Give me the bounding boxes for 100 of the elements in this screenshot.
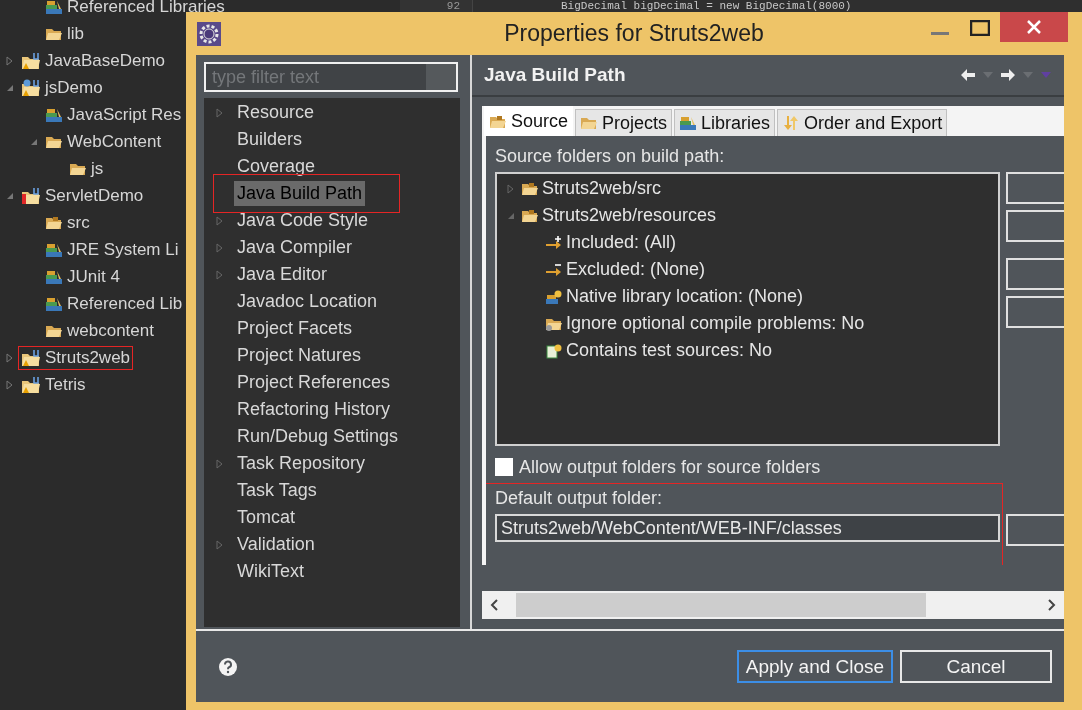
books-icon (45, 268, 63, 285)
collapsed-arrow-icon[interactable] (6, 55, 14, 66)
tree-item[interactable]: Referenced Lib (42, 291, 186, 316)
books-icon (45, 241, 63, 258)
tree-item[interactable]: Struts2web/resources (521, 205, 717, 226)
books-icon (45, 0, 63, 15)
item-label: JavaScript Res (67, 104, 182, 125)
tree-item[interactable]: JRE System Li (42, 237, 182, 262)
tree-item[interactable]: js (66, 156, 107, 181)
page-item[interactable]: Java Code Style (234, 208, 372, 233)
tree-item[interactable]: src (42, 210, 93, 235)
tree-item[interactable]: Struts2web (18, 345, 134, 370)
arrows-icon (782, 115, 801, 131)
collapsed-arrow-icon[interactable] (6, 379, 14, 390)
page-item[interactable]: Project Natures (234, 343, 365, 368)
page-item[interactable]: Java Build Path (234, 181, 366, 206)
project-folder-icon (21, 348, 41, 367)
item-label: JRE System Li (67, 239, 179, 260)
checkbox-label[interactable]: Allow output folders for source folders (519, 456, 821, 478)
item-label: js (91, 158, 104, 179)
checkbox[interactable] (495, 458, 513, 476)
tree-item[interactable]: Included: (All) (545, 232, 677, 253)
library-gear-icon (545, 288, 563, 305)
tab[interactable]: Projects (575, 109, 673, 136)
collapsed-arrow-icon[interactable] (507, 183, 515, 194)
dialog-button[interactable]: Apply and Close (737, 650, 893, 683)
item-label: jsDemo (45, 77, 103, 98)
collapsed-arrow-icon[interactable] (216, 269, 224, 280)
package-folder-icon (521, 207, 539, 224)
horizontal-scrollbar[interactable] (482, 591, 1064, 619)
page-item[interactable]: Task Tags (234, 478, 320, 503)
forward-arrow-icon[interactable] (1000, 68, 1016, 82)
collapsed-arrow-icon[interactable] (216, 458, 224, 469)
tree-item[interactable]: JavaBaseDemo (18, 48, 168, 73)
tree-item[interactable]: Contains test sources: No (545, 340, 773, 361)
page-item[interactable]: Project Facets (234, 316, 356, 341)
close-button[interactable] (1000, 12, 1068, 42)
project-folder-icon (21, 78, 41, 97)
tree-item[interactable]: Ignore optional compile problems: No (545, 313, 865, 334)
tree-item[interactable]: WebContent (42, 129, 165, 154)
expanded-arrow-icon[interactable] (6, 191, 14, 200)
tree-item[interactable]: ServletDemo (18, 183, 147, 208)
collapsed-arrow-icon[interactable] (216, 539, 224, 550)
collapsed-arrow-icon[interactable] (216, 215, 224, 226)
gear-icon (197, 21, 221, 46)
books-icon (679, 115, 698, 131)
output-folder-field[interactable]: Struts2web/WebContent/WEB-INF/classes (495, 514, 1000, 542)
tree-item[interactable]: Excluded: (None) (545, 259, 706, 280)
item-label: JUnit 4 (67, 266, 120, 287)
page-item[interactable]: Run/Debug Settings (234, 424, 402, 449)
item-label: src (67, 212, 90, 233)
collapsed-arrow-icon[interactable] (6, 352, 14, 363)
item-label: webcontent (67, 320, 154, 341)
tree-item[interactable]: Struts2web/src (521, 178, 662, 199)
tree-item[interactable]: JavaScript Res (42, 102, 185, 127)
tab[interactable]: Libraries (674, 109, 776, 136)
plus-arrow-icon (545, 234, 563, 251)
tree-item[interactable]: Native library location: (None) (545, 286, 804, 307)
maximize-icon (970, 20, 990, 36)
page-item[interactable]: Refactoring History (234, 397, 394, 422)
page-item[interactable]: Builders (234, 127, 306, 152)
line-number: 92 (400, 0, 473, 12)
page-item[interactable]: Coverage (234, 154, 319, 179)
collapsed-arrow-icon[interactable] (216, 107, 224, 118)
tab[interactable]: Source (484, 106, 574, 136)
code-line: BigDecimal bigDecimal = new BigDecimal(8000) (561, 0, 852, 12)
folder-icon (580, 115, 599, 131)
tab[interactable]: Order and Export (777, 109, 948, 136)
page-item[interactable]: Tomcat (234, 505, 299, 530)
page-item[interactable]: WikiText (234, 559, 307, 584)
page-item[interactable]: Validation (234, 532, 318, 557)
item-label: Tetris (45, 374, 86, 395)
tree-item[interactable]: jsDemo (18, 75, 106, 100)
collapsed-arrow-icon[interactable] (216, 242, 224, 253)
page-item[interactable]: Javadoc Location (234, 289, 381, 314)
project-folder-icon (21, 375, 41, 394)
help-icon[interactable] (218, 656, 238, 677)
package-folder-icon (521, 180, 539, 197)
expanded-arrow-icon[interactable] (30, 137, 38, 146)
package-folder-icon (489, 113, 507, 130)
project-folder-icon (21, 51, 41, 70)
section-label: Source folders on build path: (495, 145, 726, 168)
books-icon (45, 295, 63, 312)
dialog-button[interactable]: Cancel (900, 650, 1052, 683)
tree-item[interactable]: Referenced Libraries (42, 0, 228, 19)
item-label: Referenced Libraries (67, 0, 225, 17)
page-item[interactable]: Java Editor (234, 262, 331, 287)
page-item[interactable]: Java Compiler (234, 235, 356, 260)
tree-item[interactable]: Tetris (18, 372, 89, 397)
back-arrow-icon[interactable] (960, 68, 976, 82)
page-item[interactable]: Task Repository (234, 451, 369, 476)
tree-item[interactable]: lib (42, 21, 87, 46)
page-item[interactable]: Project References (234, 370, 394, 395)
tree-item[interactable]: JUnit 4 (42, 264, 123, 289)
expanded-arrow-icon[interactable] (507, 211, 515, 220)
page-item[interactable]: Resource (234, 100, 318, 125)
item-label: Struts2web (45, 347, 131, 368)
expanded-arrow-icon[interactable] (6, 83, 14, 92)
tree-item[interactable]: webcontent (42, 318, 157, 343)
books-icon (45, 106, 63, 123)
